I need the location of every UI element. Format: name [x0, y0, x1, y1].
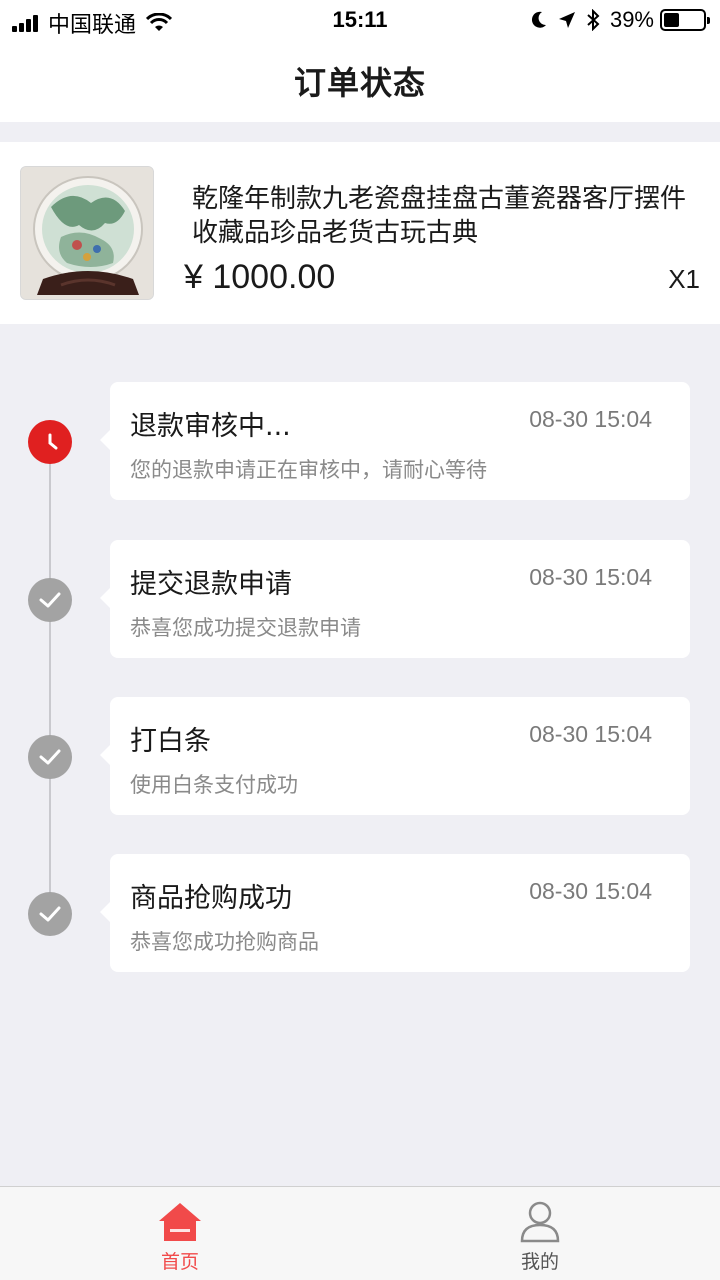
timeline-item: 退款审核中... 08-30 15:04 您的退款申请正在审核中，请耐心等待	[100, 382, 690, 500]
tab-home-label: 首页	[160, 1251, 199, 1273]
timeline-item: 打白条 08-30 15:04 使用白条支付成功	[100, 697, 690, 815]
timeline-item-time: 08-30 15:04	[529, 564, 652, 590]
bluetooth-icon	[586, 9, 600, 31]
timeline-item: 提交退款申请 08-30 15:04 恭喜您成功提交退款申请	[100, 540, 690, 658]
timeline-item-desc: 您的退款申请正在审核中，请耐心等待	[130, 458, 487, 482]
timeline-item-desc: 使用白条支付成功	[130, 773, 298, 797]
home-icon	[159, 1203, 201, 1241]
navigation-bar: 订单状态	[0, 40, 720, 122]
timeline-item-title: 商品抢购成功	[130, 883, 292, 914]
battery-percent: 39%	[609, 7, 654, 32]
check-icon	[39, 906, 61, 922]
timeline-item-title: 提交退款申请	[130, 569, 292, 600]
product-title: 乾隆年制款九老瓷盘挂盘古董瓷器客厅摆件收藏品珍品老货古玩古典	[192, 184, 687, 248]
timeline-dot-done	[28, 735, 72, 779]
moon-icon	[530, 10, 548, 30]
product-image[interactable]	[20, 166, 154, 300]
check-icon	[39, 749, 61, 765]
timeline-line	[49, 440, 51, 915]
product-card[interactable]: 乾隆年制款九老瓷盘挂盘古董瓷器客厅摆件收藏品珍品老货古玩古典 ¥ 1000.00…	[0, 142, 720, 324]
porcelain-plate-image	[21, 167, 153, 299]
timeline-item-title: 打白条	[130, 726, 211, 757]
status-bar: 中国联通 15:11 39%	[0, 0, 720, 40]
timeline-item-title: 退款审核中...	[130, 411, 291, 442]
timeline-item: 商品抢购成功 08-30 15:04 恭喜您成功抢购商品	[100, 854, 690, 972]
timeline-dot-done	[28, 892, 72, 936]
product-price: ¥ 1000.00	[184, 258, 336, 296]
timeline-item-desc: 恭喜您成功提交退款申请	[130, 616, 361, 640]
user-icon	[520, 1201, 560, 1243]
tab-profile-label: 我的	[520, 1251, 559, 1273]
timeline-item-time: 08-30 15:04	[529, 406, 652, 432]
page-title: 订单状态	[293, 64, 426, 102]
timeline-dot-active	[28, 420, 72, 464]
timeline-item-time: 08-30 15:04	[529, 878, 652, 904]
tab-bar: 首页 我的	[0, 1186, 720, 1280]
clock-icon	[48, 433, 58, 450]
timeline-item-time: 08-30 15:04	[529, 721, 652, 747]
location-arrow-icon	[558, 11, 576, 29]
tab-home[interactable]: 首页	[0, 1187, 360, 1280]
timeline-item-desc: 恭喜您成功抢购商品	[130, 930, 319, 954]
timeline-dot-done	[28, 578, 72, 622]
check-icon	[39, 592, 61, 608]
tab-profile[interactable]: 我的	[360, 1187, 720, 1280]
battery-icon	[660, 9, 710, 31]
product-quantity: X1	[668, 264, 700, 294]
status-right: 39%	[530, 7, 710, 33]
